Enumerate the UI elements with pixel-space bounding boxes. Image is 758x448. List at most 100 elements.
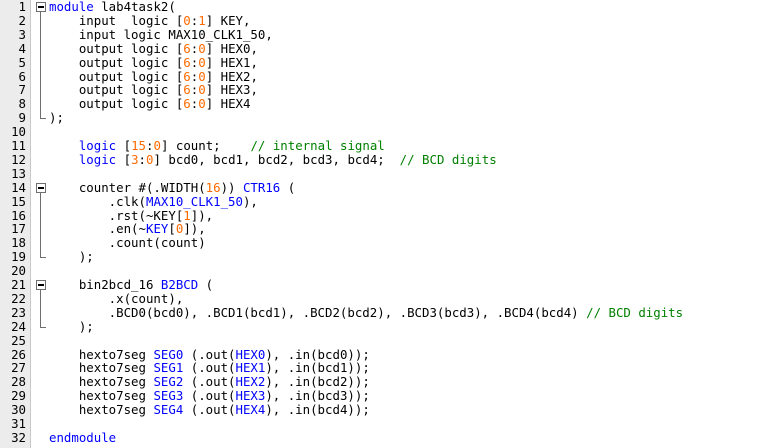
number-token: 0 bbox=[198, 68, 206, 84]
code-line[interactable]: 8 output logic [6:0] HEX4 bbox=[0, 97, 758, 111]
line-number: 13 bbox=[11, 165, 26, 181]
code-text: bin2bcd_16 B2BCD ( bbox=[49, 278, 213, 292]
code-text: (.out( bbox=[183, 374, 236, 390]
line-number: 15 bbox=[11, 193, 26, 209]
code-line[interactable]: 2 input logic [0:1] KEY, bbox=[0, 12, 758, 28]
code-text: output logic [ bbox=[49, 82, 184, 98]
code-text: ), .in(bcd2)); bbox=[265, 374, 370, 390]
code-text: hexto7seg bbox=[49, 402, 154, 418]
line-number: 4 bbox=[18, 40, 26, 56]
code-line[interactable]: 24 ); bbox=[0, 318, 758, 334]
line-number: 28 bbox=[11, 374, 26, 390]
code-line[interactable]: 17 .en(~KEY[0]), bbox=[0, 222, 758, 236]
code-line[interactable]: 10 bbox=[0, 125, 758, 139]
code-text: output logic [6:0] HEX3, bbox=[49, 83, 258, 97]
identifier-token: SEG0 bbox=[153, 346, 184, 362]
code-line[interactable]: 9); bbox=[0, 111, 758, 125]
code-line[interactable]: 25 bbox=[0, 332, 758, 348]
identifier-token: HEX3 bbox=[235, 388, 266, 404]
code-text: bin2bcd_16 bbox=[49, 277, 161, 292]
code-line[interactable]: 5 output logic [6:0] HEX1, bbox=[0, 54, 758, 70]
code-line[interactable]: 23 .BCD0(bcd0), .BCD1(bcd1), .BCD2(bcd2)… bbox=[0, 304, 758, 320]
code-line[interactable]: 32 endmodule bbox=[0, 429, 758, 445]
line-number: 30 bbox=[11, 402, 26, 418]
line-number: 7 bbox=[18, 82, 26, 98]
code-line[interactable]: 12 logic [3:0] bcd0, bcd1, bcd2, bcd3, b… bbox=[0, 151, 758, 167]
code-line[interactable]: 28 hexto7seg SEG2 (.out(HEX2), .in(bcd2)… bbox=[0, 375, 758, 389]
code-text: .count(count) bbox=[49, 236, 206, 250]
code-text: ]), bbox=[190, 207, 214, 223]
keyword-token: endmodule bbox=[49, 429, 117, 445]
code-text: hexto7seg bbox=[49, 388, 154, 404]
line-number: 10 bbox=[11, 124, 26, 140]
code-line[interactable]: 22 .x(count), bbox=[0, 291, 758, 306]
code-line[interactable]: 20 bbox=[0, 264, 758, 278]
code-line[interactable]: 7 output logic [6:0] HEX3, bbox=[0, 83, 758, 97]
code-text: ); bbox=[49, 110, 64, 126]
code-line[interactable]: 13 bbox=[0, 165, 758, 181]
code-text: .BCD0(bcd0), .BCD1(bcd1), .BCD2(bcd2), .… bbox=[49, 304, 684, 320]
identifier-token: SEG3 bbox=[153, 388, 184, 404]
code-text: ] bcd0, bcd1, bcd2, bcd3, bcd4; bbox=[153, 151, 400, 167]
code-text: ); bbox=[49, 318, 94, 334]
comment-token: // BCD digits bbox=[586, 304, 684, 320]
code-editor[interactable]: 1 module lab4task2(2 input logic [0:1] KE… bbox=[0, 0, 758, 448]
line-number: 14 bbox=[11, 179, 26, 195]
code-line[interactable]: 16 .rst(~KEY[1]), bbox=[0, 207, 758, 223]
line-number: 25 bbox=[11, 332, 26, 348]
code-line[interactable]: 29 hexto7seg SEG3 (.out(HEX3), .in(bcd3)… bbox=[0, 389, 758, 403]
code-line[interactable]: 31 bbox=[0, 417, 758, 431]
line-number: 20 bbox=[11, 263, 26, 279]
code-text: .en(~ bbox=[49, 221, 146, 237]
code-line[interactable]: 30 hexto7seg SEG4 (.out(HEX4), .in(bcd4)… bbox=[0, 403, 758, 417]
code-text: ] HEX0, bbox=[205, 40, 258, 56]
code-line[interactable]: 26 hexto7seg SEG0 (.out(HEX0), .in(bcd0)… bbox=[0, 346, 758, 362]
line-number: 9 bbox=[18, 110, 26, 126]
fold-collapse-icon[interactable] bbox=[36, 2, 46, 12]
comment-token: // internal signal bbox=[250, 138, 385, 153]
line-number: 8 bbox=[18, 96, 26, 112]
code-text: input logic [ bbox=[49, 12, 184, 28]
code-text: output logic [6:0] HEX0, bbox=[49, 40, 258, 56]
code-line[interactable]: 1 module lab4task2( bbox=[0, 0, 758, 14]
line-number: 29 bbox=[11, 388, 26, 404]
number-token: 1 bbox=[183, 207, 191, 223]
code-line[interactable]: 18 .count(count) bbox=[0, 236, 758, 250]
identifier-token: HEX1 bbox=[235, 360, 266, 376]
code-text: (.out( bbox=[183, 402, 236, 418]
fold-collapse-icon[interactable] bbox=[36, 280, 46, 290]
line-number: 31 bbox=[11, 416, 26, 431]
code-line[interactable]: 11 logic [15:0] count; // internal signa… bbox=[0, 139, 758, 153]
code-line[interactable]: 6 output logic [6:0] HEX2, bbox=[0, 68, 758, 84]
code-line[interactable]: 21 bin2bcd_16 B2BCD ( bbox=[0, 278, 758, 292]
number-token: 15 bbox=[131, 138, 146, 153]
number-token: 0 bbox=[198, 54, 206, 70]
fold-range-line bbox=[40, 290, 41, 327]
code-text: .clk(MAX10_CLK1_50), bbox=[49, 193, 258, 209]
code-text: output logic [6:0] HEX2, bbox=[49, 68, 258, 84]
code-text: lab4task2( bbox=[93, 0, 176, 14]
fold-collapse-icon[interactable] bbox=[36, 182, 46, 193]
number-token: 1 bbox=[198, 12, 206, 28]
identifier-token: KEY bbox=[145, 221, 169, 237]
line-number: 24 bbox=[11, 318, 26, 334]
code-line[interactable]: 15 .clk(MAX10_CLK1_50), bbox=[0, 193, 758, 209]
code-text: .BCD0(bcd0), .BCD1(bcd1), .BCD2(bcd2), .… bbox=[49, 304, 587, 320]
code-text: hexto7seg SEG2 (.out(HEX2), .in(bcd2)); bbox=[49, 375, 370, 389]
code-text: ] HEX3, bbox=[205, 82, 258, 98]
code-text: .rst(~KEY[1]), bbox=[49, 207, 214, 223]
code-line[interactable]: 4 output logic [6:0] HEX0, bbox=[0, 40, 758, 56]
number-token: 6 bbox=[183, 68, 191, 84]
code-line[interactable]: 3 input logic MAX10_CLK1_50, bbox=[0, 27, 758, 42]
code-text: hexto7seg bbox=[49, 346, 154, 362]
code-text: ); bbox=[49, 318, 94, 334]
code-text: ), bbox=[242, 193, 258, 209]
keyword-token: module bbox=[49, 0, 94, 14]
identifier-token: HEX4 bbox=[235, 402, 266, 418]
code-line[interactable]: 27 hexto7seg SEG1 (.out(HEX1), .in(bcd1)… bbox=[0, 361, 758, 375]
code-line[interactable]: 14 counter #(.WIDTH(16)) CTR16 ( bbox=[0, 179, 758, 195]
identifier-token: CTR16 bbox=[242, 179, 281, 195]
line-number: 1 bbox=[18, 0, 26, 14]
code-line[interactable]: 19 ); bbox=[0, 250, 758, 264]
code-text: [ bbox=[116, 151, 132, 167]
